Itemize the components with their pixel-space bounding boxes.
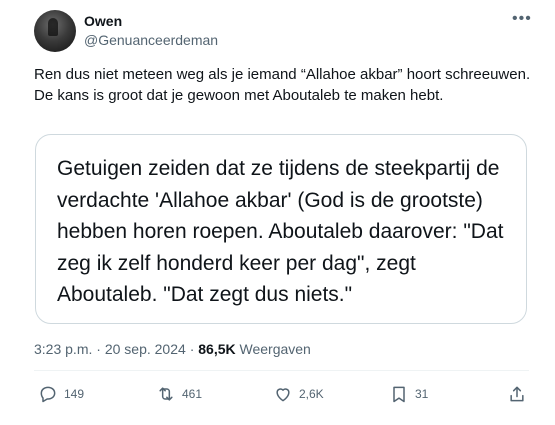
- repost-icon: [159, 387, 173, 401]
- author-handle[interactable]: @Genuanceerdeman: [84, 32, 218, 48]
- views-count: 86,5K: [198, 341, 236, 357]
- more-horizontal-icon[interactable]: •••: [512, 10, 532, 28]
- bookmark-button[interactable]: 31: [389, 384, 428, 404]
- like-count: 2,6K: [299, 387, 324, 401]
- quote-card[interactable]: Getuigen zeiden dat ze tijdens de steekp…: [35, 134, 527, 324]
- like-icon: [276, 388, 290, 402]
- meta-separator: ·: [189, 341, 195, 357]
- reply-count: 149: [64, 387, 85, 401]
- repost-count: 461: [182, 387, 203, 401]
- tweet-date[interactable]: 20 sep. 2024: [105, 341, 186, 357]
- share-button[interactable]: [507, 384, 527, 404]
- tweet: Owen @Genuanceerdeman ••• Ren dus niet m…: [0, 0, 555, 425]
- views-label: Weergaven: [239, 341, 311, 357]
- bookmark-icon: [393, 386, 405, 403]
- reply-button[interactable]: 149: [38, 384, 84, 404]
- divider: [34, 370, 529, 371]
- avatar[interactable]: [34, 10, 76, 52]
- quote-text: Getuigen zeiden dat ze tijdens de steekp…: [57, 157, 504, 306]
- tweet-time[interactable]: 3:23 p.m.: [34, 341, 92, 357]
- author-name[interactable]: Owen: [84, 13, 122, 29]
- bookmark-count: 31: [415, 387, 429, 401]
- tweet-text: Ren dus niet meteen weg als je iemand “A…: [34, 66, 531, 104]
- reply-icon: [40, 386, 56, 403]
- repost-button[interactable]: 461: [156, 384, 202, 404]
- tweet-meta: 3:23 p.m. · 20 sep. 2024 · 86,5K Weergav…: [34, 341, 311, 357]
- like-button[interactable]: 2,6K: [273, 384, 324, 404]
- meta-separator: ·: [96, 341, 101, 357]
- share-icon: [510, 386, 524, 402]
